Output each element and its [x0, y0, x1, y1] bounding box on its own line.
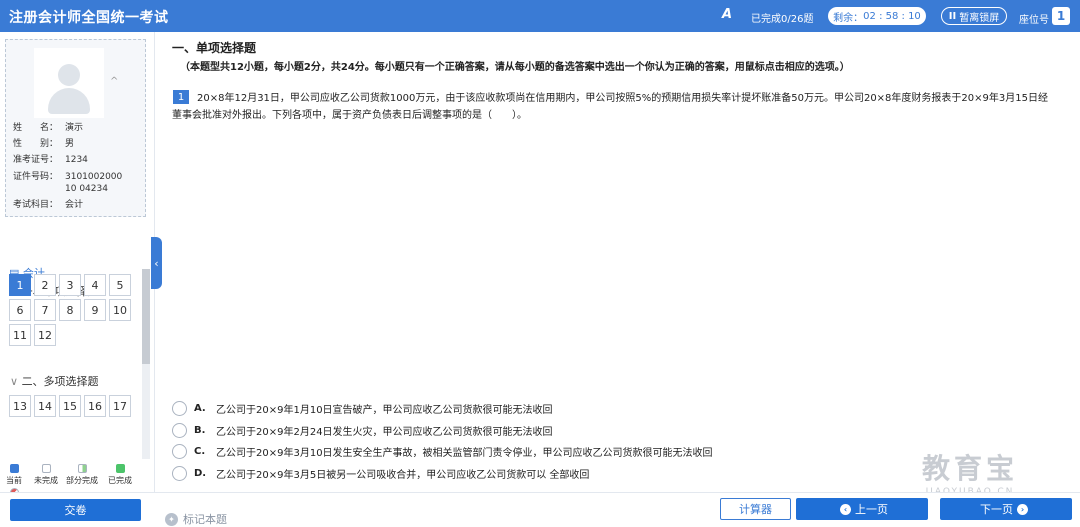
option-letter: D. [194, 468, 207, 479]
question-button[interactable]: 14 [34, 395, 56, 417]
question-button[interactable]: 4 [84, 274, 106, 296]
option-d-radio[interactable] [172, 466, 187, 481]
chevron-right-icon: › [1017, 503, 1028, 515]
prev-page-button[interactable]: ‹ 上一页 [796, 498, 928, 520]
legend-partial-swatch [77, 464, 87, 473]
mark-question-button[interactable]: ✦ 标记本题 [165, 511, 227, 527]
option-letter: C. [194, 446, 206, 457]
question-text: 20×8年12月31日，甲公司应收乙公司货款1000万元，由于该应收款项尚在信用… [172, 93, 1048, 121]
question-grid-multiple: 13 14 15 16 17 [9, 395, 131, 417]
question-button[interactable]: 6 [9, 299, 31, 321]
legend-incomplete: 未完成 [30, 464, 62, 486]
option-c-radio[interactable] [172, 444, 187, 459]
profile-id-row: 证件号码： 310100200010 04234 [13, 172, 123, 194]
option-letter: A. [194, 403, 206, 414]
question-button[interactable]: 3 [59, 274, 81, 296]
timer-label: 剩余： [833, 12, 864, 24]
option-letter: B. [194, 425, 206, 436]
legend-current-swatch [9, 464, 19, 473]
watermark-logo: 教育宝 JIAOYUBAO.CN [922, 452, 1019, 497]
option-b-radio[interactable] [172, 423, 187, 438]
top-bar: 注册会计师全国统一考试 A 已完成0/26题 剩余： 02 : 58 : 10 … [0, 0, 1080, 32]
chevron-left-icon: ‹ [154, 256, 159, 270]
option-a[interactable]: A. 乙公司于20×9年1月10日宣告破产，甲公司应收乙公司货款很可能无法收回 [172, 400, 553, 417]
question-button[interactable]: 15 [59, 395, 81, 417]
question-button[interactable]: 13 [9, 395, 31, 417]
progress-text: 已完成0/26题 [751, 14, 814, 25]
option-text: 乙公司于20×9年3月5日被另一公司吸收合并，甲公司应收乙公司货款可以 全部收回 [216, 470, 590, 481]
legend-done: 已完成 [104, 464, 136, 486]
question-button[interactable]: 8 [59, 299, 81, 321]
pause-icon: II [948, 10, 957, 22]
submit-exam-button[interactable]: 交卷 [10, 499, 141, 521]
sidebar-scrollbar[interactable] [142, 269, 150, 459]
collapse-sidebar-button[interactable]: ‹ [151, 237, 162, 289]
question-button[interactable]: 17 [109, 395, 131, 417]
app-title: 注册会计师全国统一考试 [9, 10, 169, 26]
chevron-left-icon: ‹ [840, 503, 851, 515]
section-description: （本题型共12小题，每小题2分，共24分。每小题只有一个正确答案，请从每小题的备… [180, 62, 850, 73]
question-number-badge: 1 [173, 90, 189, 104]
candidate-profile: ^ 姓 名： 演示 性 别：男 准考证号： 1234 证件号码： 3101002000… [5, 39, 146, 217]
pin-icon: ✦ [165, 512, 178, 526]
section-heading: 一、单项选择题 [172, 41, 257, 55]
question-button[interactable]: 12 [34, 324, 56, 346]
chevron-down-icon: ∨ [10, 375, 19, 388]
question-button[interactable]: 11 [9, 324, 31, 346]
question-button[interactable]: 16 [84, 395, 106, 417]
question-button[interactable]: 9 [84, 299, 106, 321]
legend-done-swatch [115, 464, 125, 473]
calculator-button[interactable]: 计算器 [720, 498, 791, 520]
section-multiple-choice[interactable]: ∨ 二、多项选择题 [10, 373, 99, 389]
font-size-icon[interactable]: A [722, 7, 732, 22]
profile-ticket-row: 准考证号： 1234 [13, 155, 88, 165]
legend-incomplete-swatch [41, 464, 51, 473]
seat-label: 座位号 [1019, 15, 1049, 26]
question-button[interactable]: 5 [109, 274, 131, 296]
scrollbar-thumb[interactable] [142, 269, 150, 364]
legend-current: 当前 [4, 464, 24, 486]
pause-lock-button[interactable]: II 暂离锁屏 [941, 7, 1007, 25]
option-text: 乙公司于20×9年2月24日发生火灾，甲公司应收乙公司货款很可能无法收回 [216, 427, 553, 438]
collapse-profile-icon[interactable]: ^ [110, 76, 118, 87]
option-c[interactable]: C. 乙公司于20×9年3月10日发生安全生产事故，被相关监管部门责令停业，甲公… [172, 443, 713, 460]
sidebar: ^ 姓 名： 演示 性 别：男 准考证号： 1234 证件号码： 3101002000… [0, 32, 155, 509]
profile-subject-row: 考试科目： 会计 [13, 200, 84, 210]
seat-number: 1 [1052, 7, 1070, 25]
question-grid-single: 1 2 3 4 5 6 7 8 9 10 11 12 [9, 274, 131, 346]
avatar [34, 48, 104, 118]
question-button[interactable]: 10 [109, 299, 131, 321]
option-b[interactable]: B. 乙公司于20×9年2月24日发生火灾，甲公司应收乙公司货款很可能无法收回 [172, 422, 553, 439]
timer-value: 02 : 58 : 10 [863, 10, 921, 22]
option-text: 乙公司于20×9年1月10日宣告破产，甲公司应收乙公司货款很可能无法收回 [216, 405, 553, 416]
question-button[interactable]: 2 [34, 274, 56, 296]
countdown-timer: 剩余： 02 : 58 : 10 [828, 7, 926, 25]
profile-gender-row: 性 别：男 [13, 139, 75, 149]
option-a-radio[interactable] [172, 401, 187, 416]
pause-label: 暂离锁屏 [959, 12, 1000, 24]
option-text: 乙公司于20×9年3月10日发生安全生产事故，被相关监管部门责令停业，甲公司应收… [216, 448, 713, 459]
next-page-button[interactable]: 下一页 › [940, 498, 1072, 520]
question-button[interactable]: 1 [9, 274, 31, 296]
question-button[interactable]: 7 [34, 299, 56, 321]
legend-partial: 部分完成 [62, 464, 102, 486]
profile-name-row: 姓 名： 演示 [13, 123, 84, 133]
option-d[interactable]: D. 乙公司于20×9年3月5日被另一公司吸收合并，甲公司应收乙公司货款可以 全… [172, 465, 589, 482]
